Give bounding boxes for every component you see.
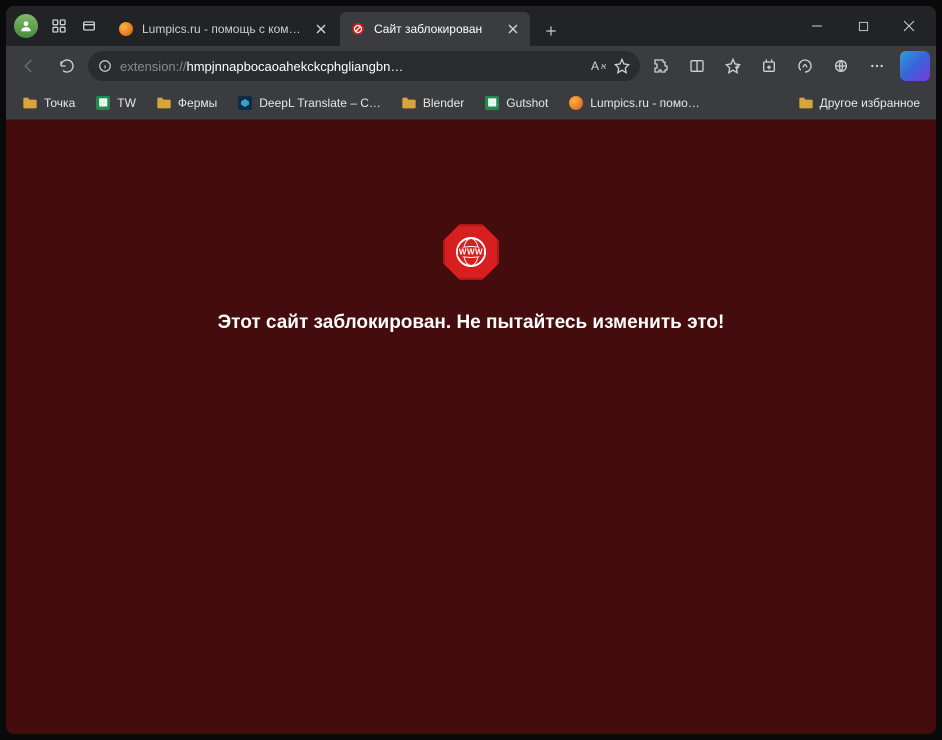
collections-icon[interactable] xyxy=(752,50,786,82)
bookmark-item[interactable]: DeepL Translate – С… xyxy=(229,91,389,115)
new-tab-button[interactable] xyxy=(536,16,566,46)
bookmark-item[interactable]: Lumpics.ru - помо… xyxy=(560,91,707,115)
address-bar: extension://hmpjnnapbocaoahekckcphgliang… xyxy=(6,46,936,86)
profile-avatar[interactable] xyxy=(14,14,38,38)
titlebar: Lumpics.ru - помощь с компьют Сайт забло… xyxy=(6,6,936,46)
favorites-icon[interactable] xyxy=(716,50,750,82)
bookmarks-bar: Точка ▦ TW Фермы DeepL Translate – С… Bl… xyxy=(6,86,936,120)
tab-strip: Lumpics.ru - помощь с компьют Сайт забло… xyxy=(108,6,566,46)
www-label: WWW xyxy=(458,248,484,257)
deepl-icon xyxy=(237,95,253,111)
back-button[interactable] xyxy=(12,50,46,82)
sheets-icon: ▦ xyxy=(95,95,111,111)
tab-label: Сайт заблокирован xyxy=(374,22,496,36)
bookmark-label: Blender xyxy=(423,96,464,110)
minimize-button[interactable] xyxy=(794,6,840,46)
lumpics-icon xyxy=(568,95,584,111)
browser-window: Lumpics.ru - помощь с компьют Сайт забло… xyxy=(6,6,936,734)
tab-active[interactable]: Сайт заблокирован xyxy=(340,12,530,46)
extensions-icon[interactable] xyxy=(644,50,678,82)
lumpics-icon xyxy=(118,21,134,37)
bookmark-label: Другое избранное xyxy=(820,96,920,110)
bookmark-item[interactable]: Фермы xyxy=(148,91,225,115)
bookmark-label: Фермы xyxy=(178,96,217,110)
refresh-button[interactable] xyxy=(50,50,84,82)
tab-close-button[interactable] xyxy=(504,20,522,38)
bookmark-label: TW xyxy=(117,96,136,110)
workspaces-icon[interactable] xyxy=(44,11,74,41)
folder-icon xyxy=(401,95,417,111)
bookmark-item[interactable]: Точка xyxy=(14,91,83,115)
bookmark-label: Lumpics.ru - помо… xyxy=(590,96,699,110)
close-window-button[interactable] xyxy=(886,6,932,46)
url-box[interactable]: extension://hmpjnnapbocaoahekckcphgliang… xyxy=(88,51,640,81)
tab-label: Lumpics.ru - помощь с компьют xyxy=(142,22,304,36)
tab-inactive[interactable]: Lumpics.ru - помощь с компьют xyxy=(108,12,338,46)
stop-sign-icon: WWW xyxy=(443,224,499,280)
page-content: WWW Этот сайт заблокирован. Не пытайтесь… xyxy=(6,120,936,734)
split-screen-icon[interactable] xyxy=(680,50,714,82)
reader-mode-icon[interactable]: Aא xyxy=(591,59,606,73)
favorite-star-icon[interactable] xyxy=(614,58,630,74)
block-icon xyxy=(350,21,366,37)
copilot-icon[interactable] xyxy=(900,51,930,81)
maximize-button[interactable] xyxy=(840,6,886,46)
folder-icon xyxy=(22,95,38,111)
bookmark-label: Точка xyxy=(44,96,75,110)
folder-icon xyxy=(798,95,814,111)
url-text: extension://hmpjnnapbocaoahekckcphgliang… xyxy=(120,59,583,74)
tab-actions-icon[interactable] xyxy=(74,11,104,41)
internet-explorer-icon[interactable] xyxy=(824,50,858,82)
site-info-icon[interactable] xyxy=(98,59,112,73)
tab-close-button[interactable] xyxy=(312,20,330,38)
bookmark-item[interactable]: ▦ TW xyxy=(87,91,144,115)
sheets-icon: ▦ xyxy=(484,95,500,111)
more-menu-icon[interactable] xyxy=(860,50,894,82)
bookmark-label: DeepL Translate – С… xyxy=(259,96,381,110)
bookmark-item[interactable]: Blender xyxy=(393,91,472,115)
blocked-message: Этот сайт заблокирован. Не пытайтесь изм… xyxy=(218,312,725,334)
bookmark-item[interactable]: ▦ Gutshot xyxy=(476,91,556,115)
folder-icon xyxy=(156,95,172,111)
bookmark-label: Gutshot xyxy=(506,96,548,110)
other-bookmarks[interactable]: Другое избранное xyxy=(790,91,928,115)
performance-icon[interactable] xyxy=(788,50,822,82)
window-controls xyxy=(794,6,932,46)
